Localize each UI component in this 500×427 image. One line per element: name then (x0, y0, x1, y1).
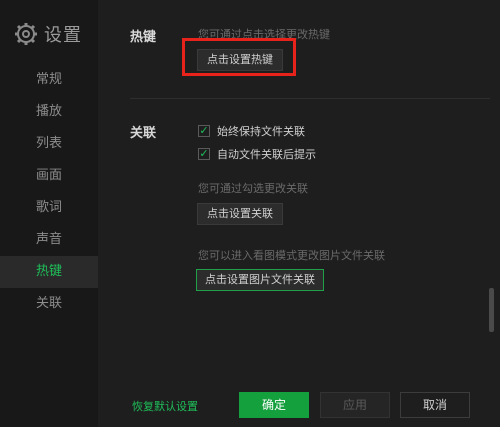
keep-association-option[interactable]: ✓ 始终保持文件关联 (198, 123, 305, 139)
sidebar-item-playback[interactable]: 播放 (0, 96, 98, 128)
sidebar-item-association[interactable]: 关联 (0, 288, 98, 320)
settings-sidebar: 设置 常规 播放 列表 画面 歌词 声音 热键 关联 (0, 0, 98, 427)
ok-button[interactable]: 确定 (239, 392, 309, 418)
sidebar-item-playlist[interactable]: 列表 (0, 128, 98, 160)
prompt-after-association-option[interactable]: ✓ 自动文件关联后提示 (198, 146, 316, 162)
scrollbar-thumb[interactable] (489, 288, 494, 332)
association-hint: 您可通过勾选更改关联 (198, 182, 308, 195)
set-association-button[interactable]: 点击设置关联 (197, 203, 283, 225)
image-association-hint: 您可以进入看图模式更改图片文件关联 (198, 249, 385, 262)
sidebar-item-hotkeys[interactable]: 热键 (0, 256, 98, 288)
highlight-box (182, 38, 296, 76)
gear-icon (15, 23, 37, 45)
hotkey-section-label: 热键 (130, 30, 157, 45)
sidebar-item-lyrics[interactable]: 歌词 (0, 192, 98, 224)
keep-association-label: 始终保持文件关联 (217, 125, 305, 138)
restore-defaults-link[interactable]: 恢复默认设置 (132, 398, 198, 414)
prompt-after-association-checkbox[interactable]: ✓ (198, 148, 210, 160)
prompt-after-association-label: 自动文件关联后提示 (217, 148, 316, 161)
association-section-label: 关联 (130, 126, 157, 141)
sidebar-title: 设置 (44, 25, 82, 46)
checkmark-icon: ✓ (199, 147, 209, 160)
apply-button[interactable]: 应用 (320, 392, 390, 418)
sidebar-item-video[interactable]: 画面 (0, 160, 98, 192)
cancel-button[interactable]: 取消 (400, 392, 470, 418)
sidebar-item-general[interactable]: 常规 (0, 64, 98, 96)
sidebar-header: 设置 (14, 20, 82, 48)
keep-association-checkbox[interactable]: ✓ (198, 125, 210, 137)
sidebar-list: 常规 播放 列表 画面 歌词 声音 热键 关联 (0, 64, 98, 320)
sidebar-item-audio[interactable]: 声音 (0, 224, 98, 256)
set-image-association-button[interactable]: 点击设置图片文件关联 (196, 269, 324, 291)
settings-content: 热键 您可通过点击选择更改热键 点击设置热键 关联 ✓ 始终保持文件关联 ✓ 自… (98, 0, 500, 427)
section-divider (130, 98, 490, 99)
checkmark-icon: ✓ (199, 124, 209, 137)
